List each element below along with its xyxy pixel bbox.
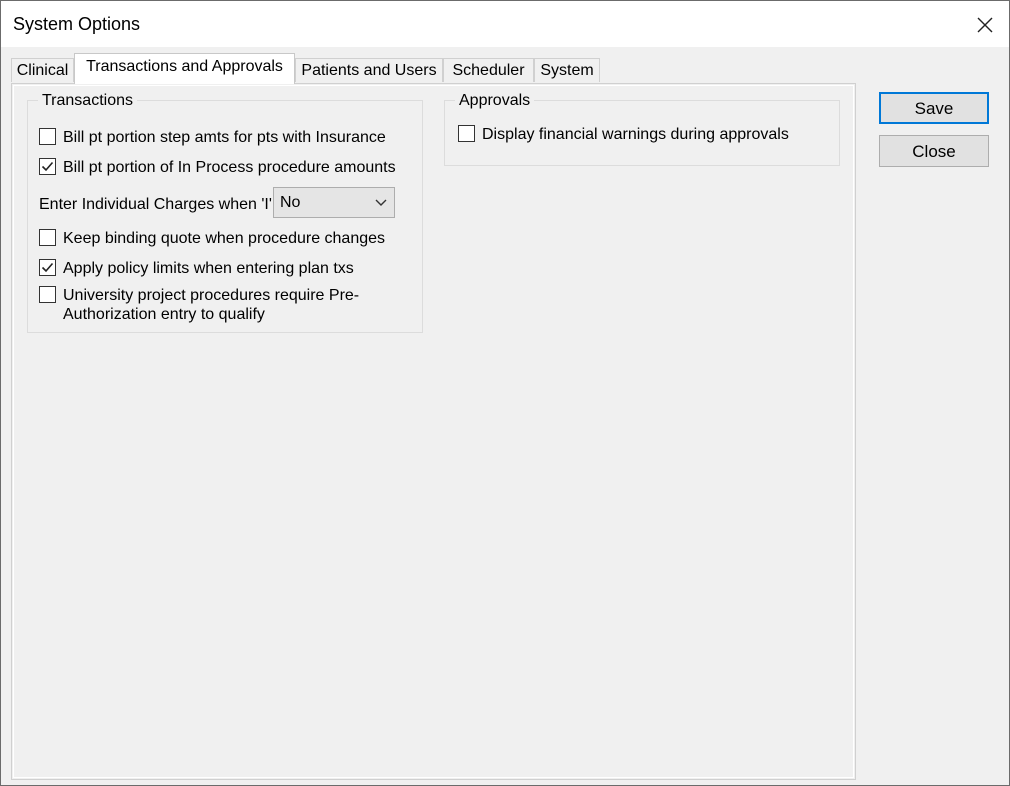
checkbox-box[interactable] (458, 125, 475, 142)
checkbox-box[interactable] (39, 259, 56, 276)
checkbox-label: University project procedures require Pr… (63, 287, 360, 323)
tab-label: System (540, 62, 594, 79)
checkbox-label: Apply policy limits when entering plan t… (63, 260, 354, 277)
save-button[interactable]: Save (879, 92, 989, 124)
tab-clinical[interactable]: Clinical (11, 58, 74, 82)
checkbox-box[interactable] (39, 128, 56, 145)
chevron-down-icon (375, 199, 387, 206)
tab-patients-and-users[interactable]: Patients and Users (295, 58, 443, 82)
checkmark-icon (41, 161, 54, 172)
tab-transactions-and-approvals[interactable]: Transactions and Approvals (74, 53, 295, 84)
checkbox-bill-step-amts[interactable]: Bill pt portion step amts for pts with I… (39, 128, 386, 147)
tab-label: Scheduler (452, 62, 525, 79)
tab-panel: Transactions Bill pt portion step amts f… (11, 83, 856, 780)
checkbox-box[interactable] (39, 286, 56, 303)
checkbox-label: Bill pt portion of In Process procedure … (63, 159, 396, 176)
title-bar: System Options (1, 1, 1009, 47)
tab-system[interactable]: System (534, 58, 600, 82)
system-options-window: System Options Clinical Transactions and… (0, 0, 1010, 786)
close-icon[interactable] (973, 13, 997, 37)
checkbox-label: Keep binding quote when procedure change… (63, 230, 386, 247)
window-title: System Options (13, 14, 141, 34)
charges-label: Enter Individual Charges when 'I' (39, 196, 272, 213)
tab-scheduler[interactable]: Scheduler (443, 58, 534, 82)
checkbox-display-financial-warnings[interactable]: Display financial warnings during approv… (458, 125, 789, 144)
tab-label: Transactions and Approvals (86, 58, 283, 75)
checkbox-label: Display financial warnings during approv… (482, 126, 789, 143)
approvals-group: Approvals Display financial warnings dur… (444, 92, 840, 166)
checkbox-box[interactable] (39, 229, 56, 246)
checkbox-label: Bill pt portion step amts for pts with I… (63, 129, 386, 146)
checkmark-icon (41, 262, 54, 273)
tab-label: Clinical (16, 62, 69, 79)
approvals-group-title: Approvals (455, 92, 535, 110)
checkbox-keep-binding-quote[interactable]: Keep binding quote when procedure change… (39, 229, 385, 248)
transactions-group: Transactions Bill pt portion step amts f… (27, 92, 423, 333)
charges-dropdown-value: No (280, 194, 301, 211)
checkbox-university-preauth[interactable]: University project procedures require Pr… (39, 286, 359, 324)
checkbox-apply-policy-limits[interactable]: Apply policy limits when entering plan t… (39, 259, 354, 278)
close-button[interactable]: Close (879, 135, 989, 167)
tab-label: Patients and Users (301, 62, 437, 79)
checkbox-bill-in-process[interactable]: Bill pt portion of In Process procedure … (39, 158, 396, 177)
transactions-group-title: Transactions (38, 92, 137, 110)
checkbox-box[interactable] (39, 158, 56, 175)
charges-dropdown[interactable]: No (273, 187, 395, 218)
